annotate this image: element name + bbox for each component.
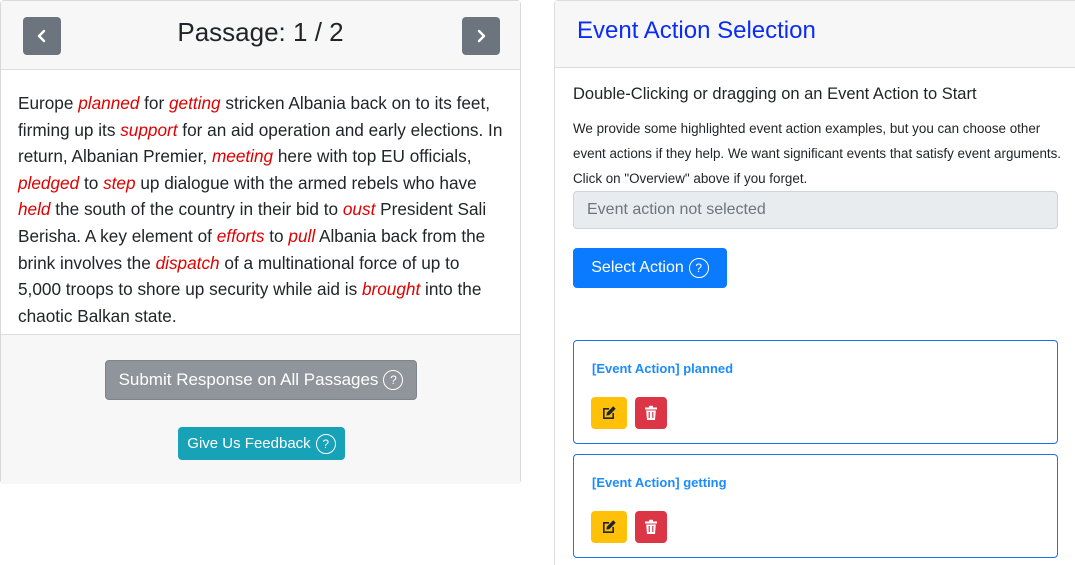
passage-text-segment: Europe <box>18 93 79 113</box>
select-action-button[interactable]: Select Action ? <box>573 248 727 288</box>
highlighted-event-word[interactable]: planned <box>78 93 139 113</box>
submit-all-passages-button[interactable]: Submit Response on All Passages ? <box>105 360 417 400</box>
passage-header: Passage: 1 / 2 <box>1 1 520 70</box>
passage-text-segment: the south of the country in their bid to <box>50 199 343 220</box>
question-circle-icon[interactable]: ? <box>383 370 404 390</box>
passage-footer: Submit Response on All Passages ? Give U… <box>1 334 520 484</box>
select-action-label: Select Action <box>591 259 684 276</box>
passage-text-segment: to <box>264 225 289 246</box>
highlighted-event-word[interactable]: getting <box>169 93 221 113</box>
question-circle-icon[interactable]: ? <box>315 433 336 454</box>
passage-text-segment: to <box>79 172 104 193</box>
passage-card: Passage: 1 / 2 Europe planned for gettin… <box>0 0 521 484</box>
highlighted-event-word[interactable]: meeting <box>212 146 273 166</box>
highlighted-event-word[interactable]: oust <box>343 199 376 219</box>
edit-event-button[interactable] <box>591 397 627 429</box>
highlighted-event-word[interactable]: dispatch <box>156 253 220 273</box>
edit-icon <box>603 406 616 419</box>
give-feedback-button[interactable]: Give Us Feedback ? <box>178 427 345 460</box>
instruction-text: We provide some highlighted event action… <box>573 121 1062 186</box>
delete-event-button[interactable] <box>635 511 667 543</box>
highlighted-event-word[interactable]: step <box>103 173 136 193</box>
delete-event-button[interactable] <box>635 397 667 429</box>
next-passage-button[interactable] <box>462 17 500 55</box>
passage-text-segment: here with top EU officials, <box>273 146 472 167</box>
instruction-heading: Double-Clicking or dragging on an Event … <box>573 85 977 103</box>
edit-icon <box>603 520 616 533</box>
question-circle-icon[interactable]: ? <box>688 258 709 278</box>
trash-icon <box>645 519 657 534</box>
event-action-field[interactable]: Event action not selected <box>573 191 1058 229</box>
event-panel-header: Event Action Selection <box>555 1 1075 68</box>
event-card-label[interactable]: [Event Action] planned <box>592 361 733 376</box>
submit-button-label: Submit Response on All Passages <box>118 370 379 389</box>
event-card: [Event Action] getting <box>573 454 1058 558</box>
passage-text[interactable]: Europe planned for getting stricken Alba… <box>18 90 504 329</box>
event-card-label[interactable]: [Event Action] getting <box>592 475 727 490</box>
event-panel-title: Event Action Selection <box>577 17 816 44</box>
highlighted-event-word[interactable]: pledged <box>18 173 79 193</box>
event-card: [Event Action] planned <box>573 340 1058 444</box>
highlighted-event-word[interactable]: brought <box>362 279 420 299</box>
passage-text-segment: up dialogue with the armed rebels who ha… <box>135 172 477 193</box>
chevron-right-icon <box>477 29 486 43</box>
passage-title: Passage: 1 / 2 <box>177 17 344 47</box>
highlighted-event-word[interactable]: pull <box>288 226 315 246</box>
highlighted-event-word[interactable]: efforts <box>217 226 265 246</box>
feedback-button-label: Give Us Feedback <box>187 435 311 452</box>
event-action-panel: Event Action Selection Double-Clicking o… <box>554 0 1075 565</box>
highlighted-event-word[interactable]: held <box>18 199 51 219</box>
event-action-field-text: Event action not selected <box>587 201 766 218</box>
edit-event-button[interactable] <box>591 511 627 543</box>
trash-icon <box>645 405 657 420</box>
highlighted-event-word[interactable]: support <box>120 120 177 140</box>
passage-text-segment: for <box>139 93 169 113</box>
